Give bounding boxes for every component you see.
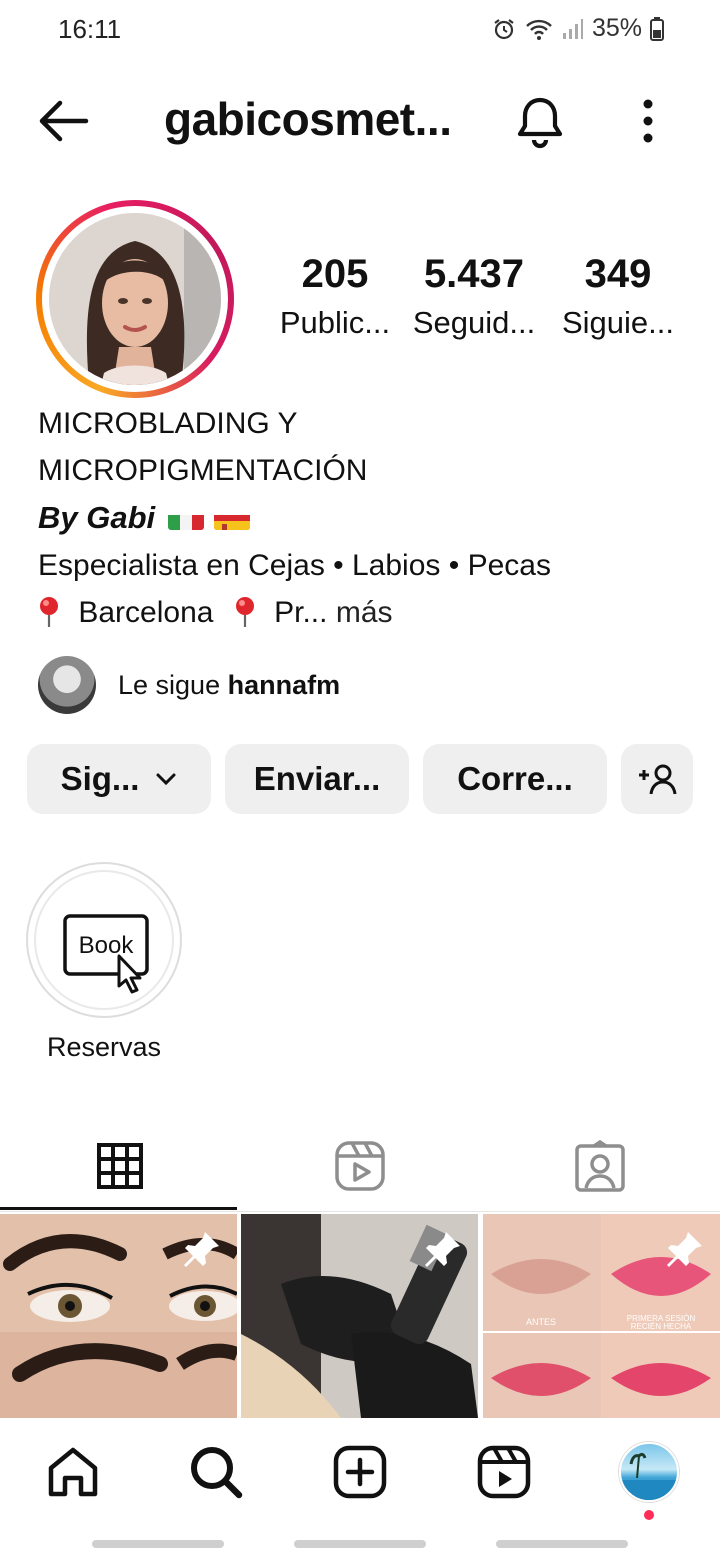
signal-icon	[562, 18, 583, 39]
stat-following-label: Siguie...	[561, 305, 674, 340]
tagged-person-icon	[575, 1140, 625, 1192]
followed-by-prefix: Le sigue	[118, 669, 221, 700]
battery-icon	[650, 16, 664, 41]
tab-reels[interactable]	[240, 1120, 480, 1212]
bio-byline-row: By Gabi	[38, 494, 688, 542]
highlight-label: Reservas	[46, 1032, 162, 1062]
profile-actions: Sig... Enviar... Corre...	[27, 744, 693, 814]
reels-nav-icon[interactable]	[474, 1442, 534, 1502]
stat-posts[interactable]: 205 Public...	[270, 252, 400, 341]
profile-photo	[49, 213, 221, 385]
search-icon[interactable]	[186, 1442, 246, 1502]
reels-icon	[335, 1141, 385, 1191]
stat-posts-label: Public...	[279, 305, 391, 340]
suggest-users-button[interactable]	[621, 744, 693, 814]
battery-percent: 35%	[591, 14, 642, 42]
lips-after-label-2: RECIÉN HECHA	[631, 1322, 692, 1331]
followed-by-text: Le sigue hannafm	[118, 670, 340, 701]
status-icons: 35%	[492, 14, 664, 43]
stat-following[interactable]: 349 Siguie...	[548, 252, 688, 341]
wifi-icon	[526, 19, 552, 40]
tab-posts[interactable]	[0, 1120, 240, 1212]
spain-flag-icon	[213, 506, 250, 530]
tab-tagged[interactable]	[480, 1120, 720, 1212]
status-time: 16:11	[58, 14, 122, 44]
stat-followers-label: Seguid...	[412, 305, 536, 340]
email-button-label: Corre...	[457, 760, 573, 797]
pinned-post-icon	[667, 1232, 702, 1267]
profile-bio: MICROBLADING Y MICROPIGMENTACIÓN By Gabi…	[38, 400, 688, 636]
home-icon[interactable]	[43, 1442, 103, 1502]
followed-by-user: hannafm	[227, 669, 341, 700]
bio-line-2: MICROPIGMENTACIÓN	[38, 454, 368, 487]
highlight-reservas[interactable]: Book Reservas	[26, 862, 182, 1063]
bio-byline: By Gabi	[38, 500, 156, 535]
stat-following-value: 349	[584, 252, 652, 296]
post-thumbnail[interactable]	[0, 1214, 237, 1418]
bottom-navigation	[0, 1418, 720, 1560]
profile-username: gabicosmet...	[164, 93, 452, 145]
status-bar: 16:11 35%	[0, 0, 720, 62]
alarm-icon	[494, 18, 514, 39]
bio-location-row: Barcelona Pr... más	[38, 589, 688, 636]
lips-before-label: ANTES	[526, 1317, 556, 1327]
bio-line-1: MICROBLADING Y	[38, 407, 298, 440]
message-button[interactable]: Enviar...	[225, 744, 409, 814]
follow-button-label: Sig...	[60, 760, 140, 797]
chevron-down-icon	[156, 773, 176, 786]
tab-active-indicator	[0, 1207, 237, 1210]
grid-icon	[97, 1143, 143, 1189]
bio-line-4: Especialista en Cejas • Labios • Pecas	[38, 549, 551, 582]
more-options-icon[interactable]	[630, 98, 666, 144]
highlight-cover: Book	[26, 862, 182, 1018]
gesture-bar	[496, 1540, 628, 1548]
followed-by-row[interactable]: Le sigue hannafm	[38, 656, 340, 714]
bio-truncated: Pr...	[274, 596, 328, 629]
post-thumbnail[interactable]: ANTES PRIMERA SESIÓN RECIÉN HECHA	[483, 1214, 720, 1418]
email-button[interactable]: Corre...	[423, 744, 607, 814]
profile-tabs	[0, 1120, 720, 1212]
book-cursor-icon: Book	[63, 914, 149, 994]
message-button-label: Enviar...	[253, 760, 381, 797]
post-thumbnail[interactable]	[241, 1214, 478, 1418]
profile-avatar[interactable]	[36, 200, 234, 398]
profile-header: gabicosmet...	[0, 80, 720, 162]
bio-more-link[interactable]: más	[336, 596, 393, 629]
follow-button[interactable]: Sig...	[27, 744, 211, 814]
italy-flag-icon	[167, 506, 204, 530]
create-post-icon[interactable]	[330, 1442, 390, 1502]
bio-location: Barcelona	[78, 596, 214, 629]
bell-icon[interactable]	[512, 92, 568, 152]
posts-grid: ANTES PRIMERA SESIÓN RECIÉN HECHA	[0, 1214, 720, 1418]
pin-icon	[38, 595, 60, 627]
pinned-post-icon	[184, 1232, 219, 1267]
gesture-bar	[294, 1540, 426, 1548]
back-arrow-icon[interactable]	[36, 96, 90, 146]
add-person-icon	[639, 764, 677, 795]
gesture-bar	[92, 1540, 224, 1548]
follower-avatar	[38, 656, 96, 714]
profile-stats: 205 Public... 5.437 Seguid... 349 Siguie…	[270, 252, 690, 341]
stat-followers[interactable]: 5.437 Seguid...	[400, 252, 548, 341]
notification-dot	[644, 1510, 654, 1520]
stat-posts-value: 205	[301, 252, 369, 296]
profile-nav-avatar[interactable]	[619, 1442, 679, 1502]
pinned-post-icon	[425, 1232, 460, 1267]
pin-icon	[234, 595, 256, 627]
stat-followers-value: 5.437	[423, 252, 525, 296]
highlight-icon-text: Book	[79, 932, 135, 959]
